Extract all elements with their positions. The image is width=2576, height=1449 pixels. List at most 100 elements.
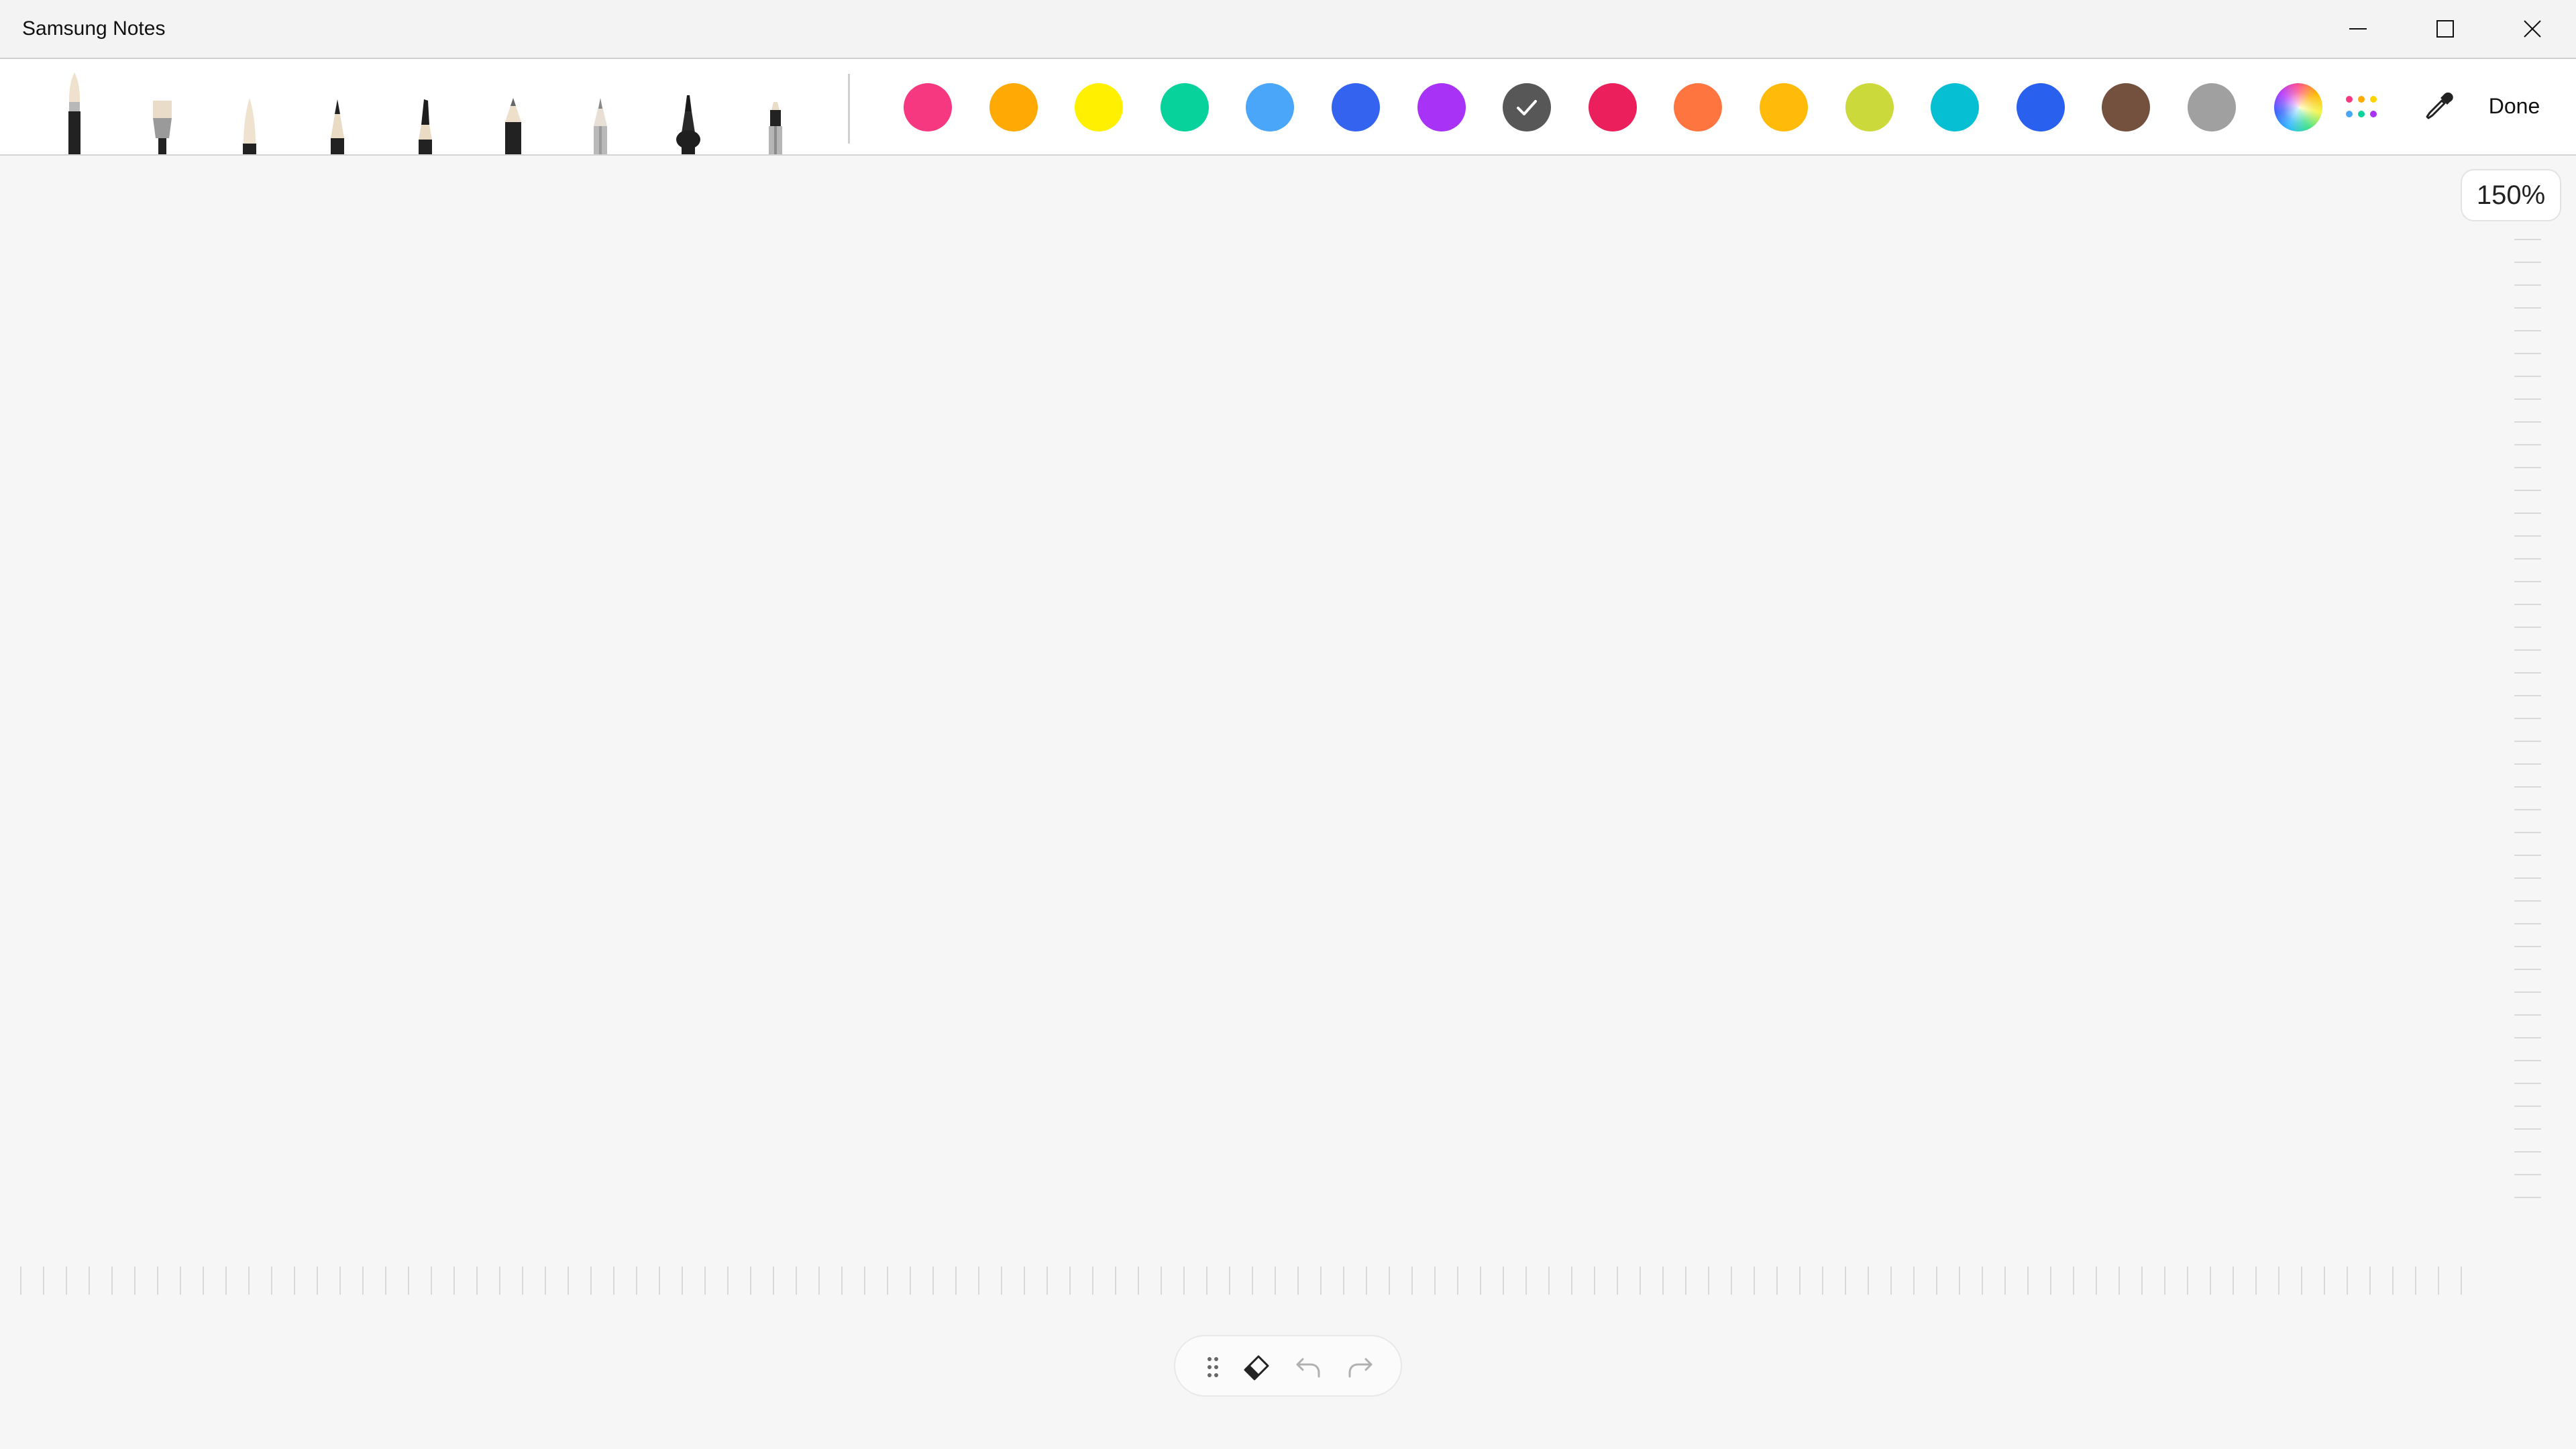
ruler-tick xyxy=(2415,1267,2416,1295)
ruler-tick xyxy=(1982,1267,1983,1295)
ruler-tick xyxy=(2514,307,2541,309)
drag-handle[interactable] xyxy=(1194,1348,1232,1386)
color-palette-icon xyxy=(2346,96,2377,117)
ruler-tick xyxy=(157,1267,158,1295)
redo-icon xyxy=(1348,1358,1373,1378)
ruler-tick xyxy=(2514,969,2541,970)
pen-calligraphy[interactable] xyxy=(407,60,444,154)
color-swatch-light-blue[interactable] xyxy=(1246,83,1294,131)
undo-button[interactable] xyxy=(1289,1348,1327,1386)
minimize-button[interactable] xyxy=(2314,0,2402,58)
ruler-tick xyxy=(2514,581,2541,582)
close-button[interactable] xyxy=(2489,0,2576,58)
ruler-tick xyxy=(1913,1267,1915,1295)
color-swatch-orange[interactable] xyxy=(989,83,1038,131)
ruler-tick xyxy=(1548,1267,1550,1295)
ruler-tick xyxy=(2514,1128,2541,1130)
ruler-tick xyxy=(2514,741,2541,742)
ruler-tick xyxy=(1617,1267,1618,1295)
ruler-tick xyxy=(2461,1267,2462,1295)
ruler-tick xyxy=(1731,1267,1732,1295)
ruler-tick xyxy=(2096,1267,2097,1295)
ruler-tick xyxy=(203,1267,204,1295)
pen-pencil[interactable] xyxy=(319,60,356,154)
ruler-tick xyxy=(89,1267,90,1295)
ruler-tick xyxy=(1206,1267,1208,1295)
ruler-tick xyxy=(2514,809,2541,810)
chisel-marker-icon xyxy=(676,95,700,154)
ruler-tick xyxy=(2514,672,2541,674)
ruler-tick xyxy=(1685,1267,1686,1295)
color-swatch-lime[interactable] xyxy=(1845,83,1894,131)
ruler-tick xyxy=(1138,1267,1139,1295)
maximize-button[interactable] xyxy=(2402,0,2489,58)
ruler-tick xyxy=(2514,239,2541,240)
undo-icon xyxy=(1296,1358,1320,1378)
ruler-tick xyxy=(2514,604,2541,605)
eraser-icon xyxy=(1244,1355,1269,1381)
ruler-tick xyxy=(2210,1267,2211,1295)
ruler-tick xyxy=(1434,1267,1436,1295)
title-bar: Samsung Notes xyxy=(0,0,2576,59)
ruler-tick xyxy=(2027,1267,2029,1295)
ruler-tick xyxy=(2514,718,2541,719)
pen-soft-brush[interactable] xyxy=(231,60,268,154)
zoom-level-badge[interactable]: 150% xyxy=(2461,169,2561,221)
color-swatch-pink[interactable] xyxy=(904,83,952,131)
pen-marker[interactable] xyxy=(494,60,532,154)
color-spectrum-button[interactable] xyxy=(2274,83,2322,131)
ruler-tick xyxy=(2514,855,2541,856)
ruler-tick xyxy=(568,1267,569,1295)
fine-pencil-icon xyxy=(594,98,607,154)
color-swatch-cyan[interactable] xyxy=(1931,83,1979,131)
ruler-tick xyxy=(2073,1267,2074,1295)
ruler-tick xyxy=(2438,1267,2439,1295)
color-swatch-coral[interactable] xyxy=(1674,83,1722,131)
ruler-tick xyxy=(2278,1267,2279,1295)
color-swatch-gray[interactable] xyxy=(2188,83,2236,131)
color-swatch-dark-gray[interactable] xyxy=(1503,83,1551,131)
eyedropper-icon xyxy=(2426,92,2453,119)
color-swatch-blue[interactable] xyxy=(1332,83,1380,131)
ruler-tick xyxy=(2187,1267,2188,1295)
ruler-tick xyxy=(2324,1267,2325,1295)
color-swatch-royal-blue[interactable] xyxy=(2017,83,2065,131)
ruler-tick xyxy=(545,1267,546,1295)
color-swatch-amber[interactable] xyxy=(1760,83,1808,131)
ruler-tick xyxy=(2301,1267,2302,1295)
ruler-tick xyxy=(111,1267,113,1295)
ruler-tick xyxy=(1115,1267,1116,1295)
ruler-tick xyxy=(2514,832,2541,833)
color-swatch-crimson[interactable] xyxy=(1589,83,1637,131)
redo-button[interactable] xyxy=(1342,1348,1379,1386)
color-swatch-yellow[interactable] xyxy=(1075,83,1123,131)
drag-handle-icon xyxy=(1208,1357,1218,1377)
marker-pen-icon xyxy=(505,98,521,154)
done-button[interactable]: Done xyxy=(2477,89,2552,123)
calligraphy-pen-icon xyxy=(419,99,432,154)
ruler-tick xyxy=(1343,1267,1344,1295)
color-palette-button[interactable] xyxy=(2344,94,2379,121)
pen-fine-pencil[interactable] xyxy=(582,60,619,154)
ruler-tick xyxy=(636,1267,637,1295)
color-swatch-purple[interactable] xyxy=(1417,83,1466,131)
ruler-tick xyxy=(1001,1267,1002,1295)
pen-highlighter[interactable] xyxy=(757,60,794,154)
color-swatch-green[interactable] xyxy=(1161,83,1209,131)
ruler-tick xyxy=(2514,627,2541,628)
ruler-tick xyxy=(2004,1267,2006,1295)
ruler-tick xyxy=(978,1267,979,1295)
ruler-tick xyxy=(2514,421,2541,423)
eraser-button[interactable] xyxy=(1237,1348,1275,1386)
pen-chisel-marker[interactable] xyxy=(669,60,707,154)
ruler-tick xyxy=(2050,1267,2051,1295)
color-swatch-brown[interactable] xyxy=(2102,83,2150,131)
pen-flat-brush[interactable] xyxy=(144,60,181,154)
eyedropper-button[interactable] xyxy=(2422,89,2457,123)
ruler-tick xyxy=(2514,695,2541,696)
ruler-tick xyxy=(1890,1267,1892,1295)
ruler-tick xyxy=(1525,1267,1527,1295)
ruler-tick xyxy=(773,1267,774,1295)
toolbar-divider xyxy=(848,74,850,144)
pen-fountain-brush[interactable] xyxy=(56,60,93,154)
